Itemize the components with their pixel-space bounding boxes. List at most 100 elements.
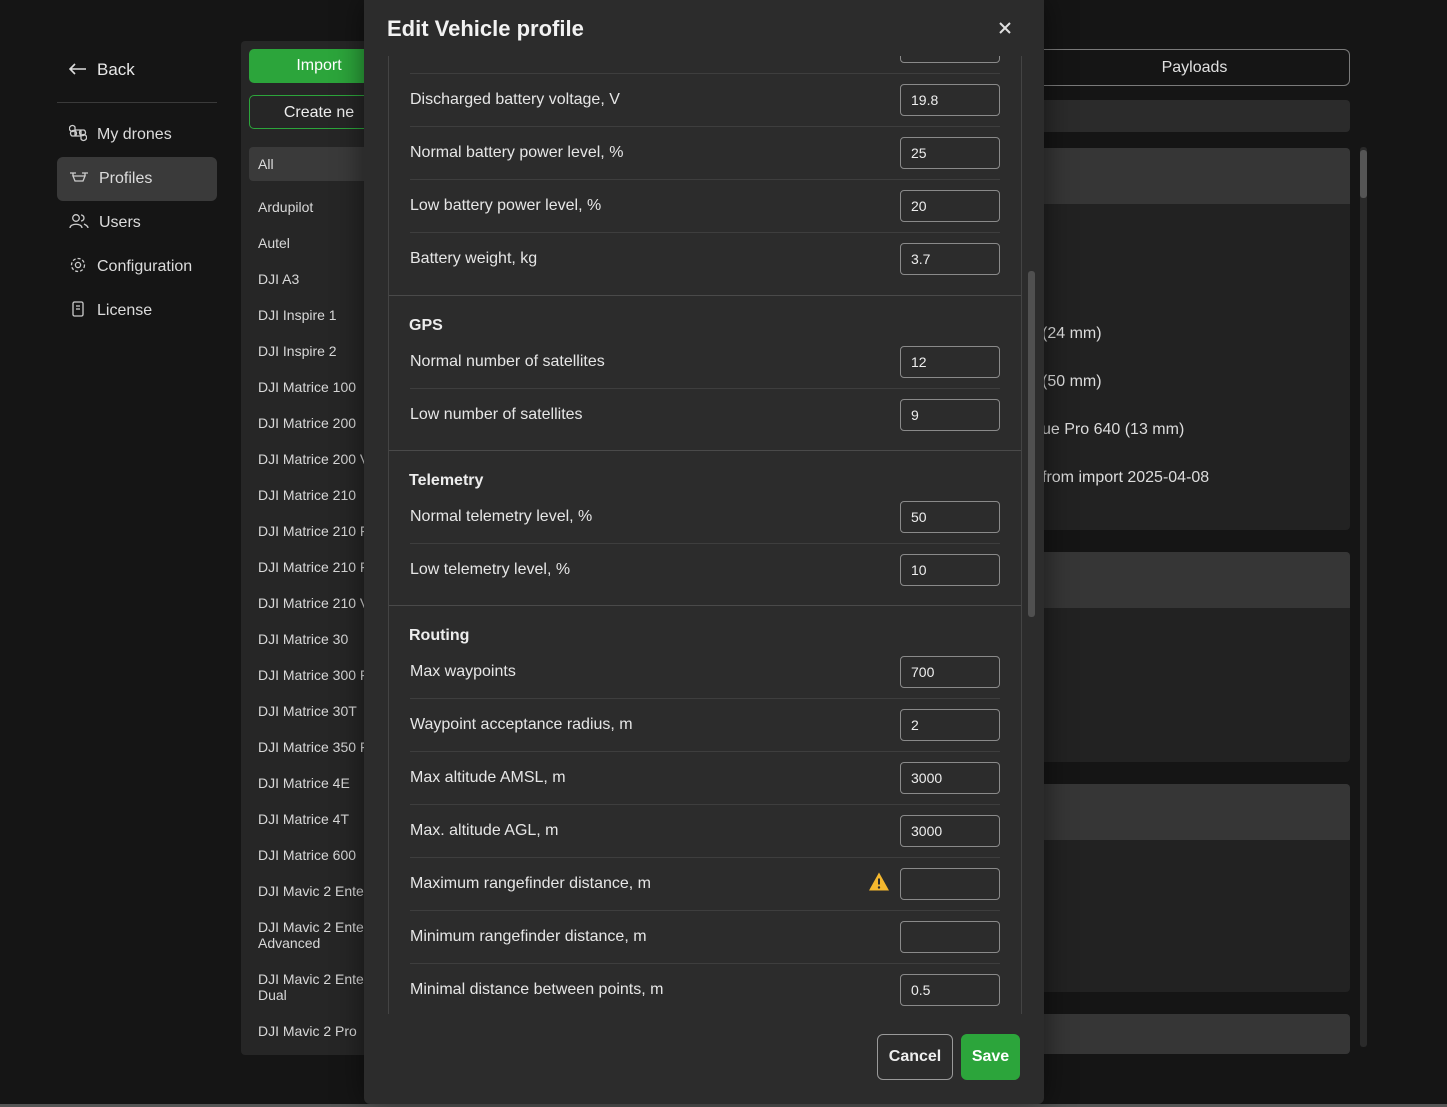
scrollbar-track[interactable] — [1360, 147, 1367, 1047]
profile-list-item[interactable]: DJI Matrice 210 F — [258, 523, 371, 559]
form-row: Low battery power level, % — [410, 179, 1000, 233]
form-row: Max altitude AMSL, m — [410, 751, 1000, 805]
profile-list-item[interactable]: DJI Mavic 2 Enter Dual — [258, 971, 371, 1023]
import-button[interactable]: Import — [249, 49, 371, 83]
profile-list-item[interactable]: DJI Matrice 4E — [258, 775, 371, 811]
profile-list-item[interactable]: Autel — [258, 235, 371, 271]
profile-list-item[interactable]: DJI Matrice 600 — [258, 847, 371, 883]
form-row: Maximum rangefinder distance, m — [410, 857, 1000, 911]
card-text: ue Pro 640 (13 mm) — [1042, 421, 1185, 438]
field-label: Low battery power level, % — [410, 196, 602, 214]
profile-list-item[interactable]: DJI Mavic 2 Enter — [258, 883, 371, 919]
profile-list: Ardupilot Autel DJI A3 DJI Inspire 1 DJI Ins… — [258, 199, 371, 1055]
battery-weight-input[interactable] — [900, 242, 1000, 275]
field-label: Maximum rangefinder distance, m — [410, 874, 651, 892]
sidebar-item-users[interactable]: Users — [57, 201, 217, 245]
normal-telemetry-input[interactable] — [900, 500, 1000, 533]
sidebar-item-my-drones[interactable]: My drones — [57, 113, 217, 157]
low-telemetry-input[interactable] — [900, 553, 1000, 586]
profile-list-item[interactable]: Ardupilot — [258, 199, 371, 235]
close-icon[interactable] — [998, 18, 1012, 41]
card-header — [1040, 784, 1350, 840]
form-row: Minimal distance between points, m — [410, 963, 1000, 1014]
profile-list-item[interactable]: DJI Matrice 210 — [258, 487, 371, 523]
license-icon — [69, 300, 87, 323]
profile-list-item[interactable]: DJI Matrice 100 — [258, 379, 371, 415]
form-row: Battery weight, kg — [410, 232, 1000, 285]
filter-select[interactable]: All — [249, 147, 371, 181]
profile-list-item[interactable]: DJI Matrice 300 F — [258, 667, 371, 703]
arrow-left-icon — [68, 60, 87, 80]
profile-list-item[interactable]: DJI Matrice 200 — [258, 415, 371, 451]
profile-list-item[interactable]: DJI Matrice 30T — [258, 703, 371, 739]
tab-payloads[interactable]: Payloads — [1040, 49, 1350, 86]
card-header — [1040, 552, 1350, 608]
sidebar-item-label: Profiles — [99, 170, 153, 187]
field-label: Waypoint acceptance radius, m — [410, 715, 633, 733]
profile-list-item[interactable]: DJI Mavic 2 Pro — [258, 1023, 371, 1055]
profile-list-item[interactable]: DJI A3 — [258, 271, 371, 307]
section-title-routing: Routing — [409, 627, 470, 644]
low-battery-level-input[interactable] — [900, 189, 1000, 222]
dialog-scrollbar-thumb[interactable] — [1028, 271, 1035, 617]
min-rangefinder-input[interactable] — [900, 920, 1000, 953]
dialog-body[interactable]: Discharged battery voltage, V Normal bat… — [388, 56, 1022, 1014]
max-waypoints-input[interactable] — [900, 655, 1000, 688]
max-rangefinder-input[interactable] — [900, 867, 1000, 900]
sidebar-item-label: Users — [99, 214, 141, 231]
discharged-voltage-input[interactable] — [900, 83, 1000, 116]
profile-list-item[interactable]: DJI Mavic 2 Enter Advanced — [258, 919, 371, 971]
field-label: Max. altitude AGL, m — [410, 821, 559, 839]
save-button[interactable]: Save — [961, 1034, 1020, 1080]
form-row: Discharged battery voltage, V — [410, 73, 1000, 127]
section-divider — [389, 450, 1021, 451]
sidebar-item-license[interactable]: License — [57, 289, 217, 333]
profile-list-item[interactable]: DJI Inspire 2 — [258, 343, 371, 379]
profile-list-item[interactable]: DJI Inspire 1 — [258, 307, 371, 343]
create-new-button[interactable]: Create ne — [249, 95, 371, 129]
form-row: Normal telemetry level, % — [410, 490, 1000, 544]
form-row: Low number of satellites — [410, 388, 1000, 441]
waypoint-radius-input[interactable] — [900, 708, 1000, 741]
back-button[interactable]: Back — [57, 50, 217, 90]
warning-icon — [868, 871, 890, 896]
card-text: (24 mm) — [1042, 325, 1102, 342]
form-row: Minimum rangefinder distance, m — [410, 910, 1000, 964]
dialog-title: Edit Vehicle profile — [387, 16, 584, 41]
partial-field-input[interactable] — [900, 56, 1000, 63]
sidebar-item-label: Configuration — [97, 258, 193, 275]
scrollbar-thumb[interactable] — [1360, 150, 1367, 198]
sidebar-item-configuration[interactable]: Configuration — [57, 245, 217, 289]
back-label: Back — [97, 60, 135, 79]
profile-list-item[interactable]: DJI Matrice 30 — [258, 631, 371, 667]
field-label: Max waypoints — [410, 662, 516, 680]
details-card — [1040, 784, 1350, 992]
profile-list-item[interactable]: DJI Matrice 210 F — [258, 559, 371, 595]
normal-battery-level-input[interactable] — [900, 136, 1000, 169]
sidebar-item-profiles[interactable]: Profiles — [57, 157, 217, 201]
profile-list-item[interactable]: DJI Matrice 200 V — [258, 451, 371, 487]
sidebar-item-label: My drones — [97, 126, 172, 143]
normal-satellites-input[interactable] — [900, 345, 1000, 378]
max-altitude-agl-input[interactable] — [900, 814, 1000, 847]
profile-list-item[interactable]: DJI Matrice 4T — [258, 811, 371, 847]
max-altitude-amsl-input[interactable] — [900, 761, 1000, 794]
field-label: Discharged battery voltage, V — [410, 90, 620, 108]
cancel-button[interactable]: Cancel — [877, 1034, 953, 1080]
search-bar[interactable] — [1040, 100, 1350, 132]
field-label: Low telemetry level, % — [410, 560, 571, 578]
users-icon — [69, 213, 89, 234]
field-label: Normal telemetry level, % — [410, 507, 593, 525]
card-text: from import 2025-04-08 — [1042, 469, 1210, 486]
form-row: Normal number of satellites — [410, 335, 1000, 389]
field-label: Minimum rangefinder distance, m — [410, 927, 647, 945]
form-row: Max waypoints — [410, 645, 1000, 699]
field-label: Normal number of satellites — [410, 352, 605, 370]
low-satellites-input[interactable] — [900, 398, 1000, 431]
edit-vehicle-profile-dialog: Edit Vehicle profile Discharged battery … — [364, 0, 1044, 1104]
card-text: (50 mm) — [1042, 373, 1102, 390]
profile-list-item[interactable]: DJI Matrice 210 V — [258, 595, 371, 631]
profile-list-item[interactable]: DJI Matrice 350 F — [258, 739, 371, 775]
field-label: Minimal distance between points, m — [410, 980, 664, 998]
min-distance-points-input[interactable] — [900, 973, 1000, 1006]
